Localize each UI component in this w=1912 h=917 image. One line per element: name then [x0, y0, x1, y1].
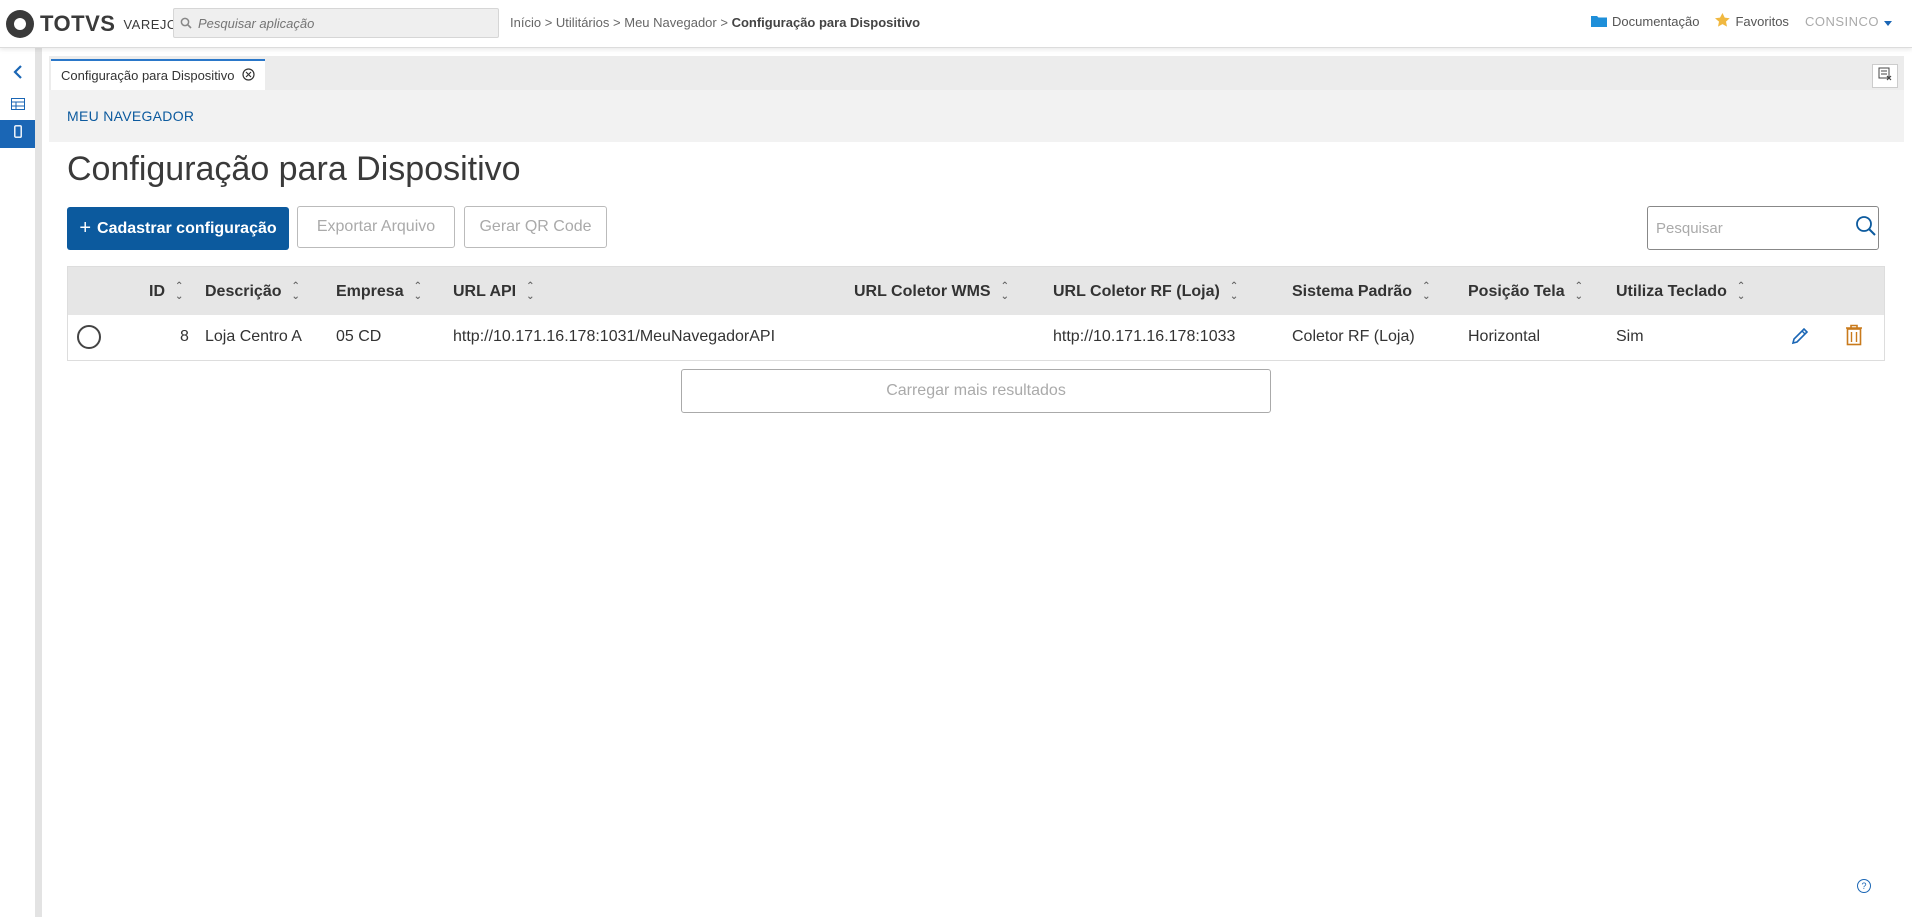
sort-icon: ⌃ ⌄	[1229, 281, 1239, 302]
column-header-url-api[interactable]: URL API ⌃ ⌄	[453, 282, 535, 302]
edit-button[interactable]	[1790, 326, 1810, 351]
column-label: Descrição	[205, 283, 282, 300]
column-header-url-coletor-rf[interactable]: URL Coletor RF (Loja) ⌃ ⌄	[1053, 282, 1238, 302]
table-icon	[10, 97, 25, 115]
close-all-tabs-icon	[1878, 67, 1892, 86]
cell-url-coletor-rf: http://10.171.16.178:1033	[1053, 328, 1236, 345]
column-header-posicao-tela[interactable]: Posição Tela ⌃ ⌄	[1468, 282, 1583, 302]
cell-posicao-tela: Horizontal	[1468, 328, 1541, 345]
totvs-logo[interactable]: TOTVS VAREJO	[6, 10, 178, 38]
brand-sub: VAREJO	[123, 16, 178, 32]
trash-icon	[1845, 324, 1863, 350]
column-label: URL Coletor RF (Loja)	[1053, 283, 1220, 300]
search-box	[1647, 206, 1879, 250]
column-label: Empresa	[336, 283, 404, 300]
breadcrumb-separator: >	[720, 15, 728, 30]
breadcrumb-separator: >	[613, 15, 621, 30]
column-label: Posição Tela	[1468, 283, 1565, 300]
search-input[interactable]	[1656, 219, 1855, 237]
user-name: CONSINCO	[1804, 14, 1879, 29]
top-bar: TOTVS VAREJO Início > Utilitários > Meu …	[0, 0, 1912, 48]
page-title: Configuração para Dispositivo	[67, 150, 521, 188]
sort-icon: ⌃ ⌄	[526, 281, 535, 302]
pencil-icon	[1790, 327, 1810, 350]
sort-icon: ⌃ ⌄	[413, 281, 422, 302]
column-header-utiliza-teclado[interactable]: Utiliza Teclado ⌃ ⌄	[1616, 282, 1745, 302]
column-label: Sistema Padrão	[1292, 283, 1413, 300]
app-search-input[interactable]	[198, 15, 488, 31]
sort-icon: ⌃ ⌄	[1422, 281, 1431, 302]
column-label: URL Coletor WMS	[854, 283, 991, 300]
column-header-descricao[interactable]: Descrição ⌃ ⌄	[205, 282, 300, 302]
documentation-label: Documentação	[1612, 14, 1700, 29]
sort-icon: ⌃ ⌄	[175, 281, 184, 302]
cell-utiliza-teclado: Sim	[1616, 328, 1644, 345]
table-header: ID ⌃ ⌄ Descrição ⌃ ⌄ Empresa ⌃ ⌄ URL API ⌃ ⌄…	[68, 267, 1884, 315]
add-configuration-button[interactable]: + Cadastrar configuração	[67, 207, 289, 250]
export-file-button[interactable]: Exportar Arquivo	[297, 206, 455, 248]
column-header-empresa[interactable]: Empresa ⌃ ⌄	[336, 282, 422, 302]
tab-tools-button[interactable]	[1872, 64, 1898, 88]
column-label: URL API	[453, 283, 517, 300]
configurations-table: ID ⌃ ⌄ Descrição ⌃ ⌄ Empresa ⌃ ⌄ URL API ⌃ ⌄…	[67, 266, 1885, 361]
column-label: Utiliza Teclado	[1616, 283, 1727, 300]
brand-name: TOTVS	[40, 11, 116, 36]
search-icon[interactable]	[1855, 215, 1877, 242]
column-header-sistema-padrao[interactable]: Sistema Padrão ⌃ ⌄	[1292, 282, 1430, 302]
search-icon	[174, 17, 198, 29]
section-label: MEU NAVEGADOR	[67, 108, 195, 124]
top-right-nav: Documentação Favoritos CONSINCO	[1591, 13, 1892, 30]
sort-icon: ⌃ ⌄	[1000, 281, 1009, 302]
load-more-button[interactable]: Carregar mais resultados	[681, 369, 1271, 413]
help-icon[interactable]: ?	[1857, 879, 1871, 893]
folder-icon	[1591, 14, 1608, 30]
add-configuration-label: Cadastrar configuração	[97, 219, 277, 237]
plus-icon: +	[79, 217, 92, 239]
tab-bar: Configuração para Dispositivo	[49, 56, 1904, 90]
favorites-link[interactable]: Favoritos	[1715, 13, 1789, 30]
close-tab-icon[interactable]	[242, 67, 256, 84]
row-select-radio[interactable]	[77, 325, 101, 349]
user-menu[interactable]: CONSINCO	[1805, 14, 1892, 29]
breadcrumb: Início > Utilitários > Meu Navegador > C…	[510, 15, 920, 30]
delete-button[interactable]	[1845, 324, 1863, 351]
tab-label: Configuração para Dispositivo	[61, 68, 235, 83]
cell-sistema-padrao: Coletor RF (Loja)	[1292, 328, 1415, 345]
breadcrumb-current: Configuração para Dispositivo	[731, 15, 921, 30]
cell-empresa: 05 CD	[336, 328, 382, 345]
tab-configuracao-dispositivo[interactable]: Configuração para Dispositivo	[51, 59, 266, 90]
cell-url-api: http://10.171.16.178:1031/MeuNavegadorAP…	[453, 328, 776, 345]
collapse-sidebar-button[interactable]	[0, 60, 35, 88]
breadcrumb-item-inicio[interactable]: Início	[510, 15, 541, 30]
sort-icon: ⌃ ⌄	[1736, 281, 1746, 302]
chevron-left-icon	[12, 64, 23, 84]
star-icon	[1715, 13, 1731, 30]
sort-icon: ⌃ ⌄	[1574, 281, 1584, 302]
generate-qr-button[interactable]: Gerar QR Code	[464, 206, 607, 248]
cell-id: 8	[180, 328, 189, 345]
section-header: MEU NAVEGADOR	[49, 90, 1904, 142]
sidebar-item-device[interactable]	[0, 120, 35, 148]
app-search	[173, 8, 499, 38]
documentation-link[interactable]: Documentação	[1591, 14, 1699, 30]
favorites-label: Favoritos	[1735, 14, 1789, 29]
logo-icon	[6, 10, 34, 38]
cell-descricao: Loja Centro A	[205, 328, 302, 345]
column-header-id[interactable]: ID ⌃ ⌄	[149, 282, 183, 302]
breadcrumb-item-utilitarios[interactable]: Utilitários	[556, 15, 609, 30]
column-header-url-coletor-wms[interactable]: URL Coletor WMS ⌃ ⌄	[854, 282, 1009, 302]
column-label: ID	[149, 283, 165, 300]
sort-icon: ⌃ ⌄	[291, 281, 300, 302]
breadcrumb-separator: >	[544, 15, 553, 30]
sidebar	[0, 48, 42, 917]
mobile-device-icon	[13, 125, 22, 143]
breadcrumb-item-meu-navegador[interactable]: Meu Navegador	[624, 15, 717, 30]
caret-down-icon	[1884, 14, 1892, 29]
sidebar-item-table[interactable]	[0, 92, 35, 120]
table-row[interactable]: 8 Loja Centro A 05 CD http://10.171.16.1…	[68, 315, 1884, 360]
